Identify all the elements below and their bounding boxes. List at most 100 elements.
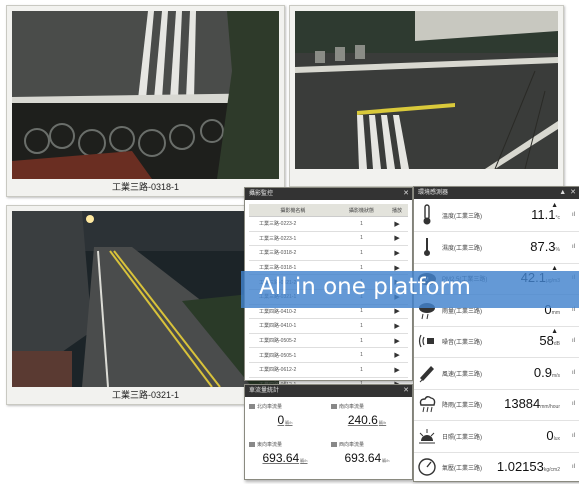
platform-banner: All in one platform [241, 271, 579, 308]
panel-title-bar: 環境感測器 ▲ ✕ [414, 187, 579, 199]
column-header-name: 攝影機名稱 [249, 204, 337, 217]
camera-feed-image [295, 11, 558, 169]
table-row[interactable]: 工業四路-0505-1 1 ▶ [249, 347, 408, 363]
camera-view-2[interactable] [289, 5, 564, 187]
sensor-row[interactable]: 降雨(工業三路) 13884mm/hour ıl [414, 389, 579, 421]
sensor-value: 0.9m/s [533, 364, 560, 380]
table-row[interactable]: 工業四路-0612-2 1 ▶ [249, 362, 408, 378]
play-icon[interactable]: ▶ [386, 318, 408, 334]
camera-caption [290, 171, 563, 184]
traffic-label: 西向車流量 [331, 441, 364, 448]
camera-status-cell: 1 [336, 245, 387, 261]
sensor-value: 58dB [539, 333, 560, 348]
sensor-value: 87.3% [530, 238, 560, 254]
camera-view-1[interactable]: 工業三路-0318-1 [6, 5, 285, 197]
panel-title: 環境感測器 [418, 190, 449, 196]
sensor-row[interactable]: 氣壓(工業三路) 1.02153kg/cm2 ıl [414, 452, 579, 484]
play-icon[interactable]: ▶ [386, 333, 408, 349]
close-icon[interactable]: ✕ [403, 188, 409, 200]
play-icon[interactable]: ▶ [386, 216, 408, 232]
traffic-value: 240.6輛/h [347, 413, 387, 427]
camera-name-cell: 工業三路-0223-1 [249, 231, 337, 247]
car-icon [249, 404, 255, 410]
traffic-cell-north: 北向車流量 0輛/h [245, 399, 325, 439]
sensor-value: 0lux [546, 427, 560, 443]
sensor-row[interactable]: 風速(工業三路) 0.9m/s ıl [414, 358, 579, 390]
play-icon[interactable]: ▶ [386, 245, 408, 261]
table-row[interactable]: 工業三路-0223-2 1 ▶ [249, 216, 408, 232]
camera-name-cell: 工業三路-0318-2 [249, 245, 337, 261]
traffic-panel: 車流量統計 ✕ 北向車流量 0輛/h 南向車流量 240.6輛/h 東向車流量 … [244, 384, 413, 480]
sensor-name: 氣壓(工業三路) [442, 466, 482, 472]
traffic-label: 南向車流量 [331, 403, 364, 410]
column-header-status: 攝影機狀態 [336, 204, 387, 217]
camera-status-cell: 1 [336, 231, 387, 247]
traffic-value: 693.64輛/h [344, 451, 390, 465]
panel-title: 攝影監控 [249, 191, 274, 197]
panel-title: 車流量統計 [249, 388, 280, 394]
sensor-row[interactable]: 日照(工業三路) 0lux ıl [414, 421, 579, 453]
sensor-value: 11.1°c [531, 207, 560, 222]
traffic-cell-south: 南向車流量 240.6輛/h [327, 399, 407, 439]
table-row[interactable]: 工業三路-0223-1 1 ▶ [249, 231, 408, 247]
sensor-name: 降雨(工業三路) [442, 403, 482, 409]
car-icon [331, 442, 337, 448]
humidity-icon [417, 236, 437, 258]
chart-icon[interactable]: ıl [572, 244, 575, 250]
camera-name-cell: 工業四路-0410-1 [249, 318, 337, 334]
camera-feed-image [12, 211, 279, 387]
chart-icon[interactable]: ıl [572, 433, 575, 439]
gauge-icon [417, 456, 437, 478]
thermometer-icon [417, 204, 437, 226]
chart-icon[interactable]: ıl [572, 464, 575, 470]
table-row[interactable]: 工業四路-0410-1 1 ▶ [249, 318, 408, 334]
camera-name-cell: 工業四路-0612-2 [249, 362, 337, 378]
chart-icon[interactable]: ıl [572, 370, 575, 376]
chart-icon[interactable]: ıl [572, 212, 575, 218]
table-row[interactable]: 工業三路-0318-2 1 ▶ [249, 245, 408, 261]
close-icon[interactable]: ✕ [403, 385, 409, 397]
camera-caption: 工業三路-0321-1 [111, 390, 180, 400]
sensor-row[interactable]: 噪音(工業三路) 58dB ▲ ıl [414, 326, 579, 358]
trend-up-icon: ▲ [551, 202, 558, 209]
sensor-value: 1.02153kg/cm2 [496, 459, 560, 474]
sensor-name: 風速(工業三路) [442, 371, 482, 378]
camera-status-cell: 1 [336, 333, 387, 349]
sensor-name: 濕度(工業三路) [442, 245, 482, 252]
panel-title-bar: 攝影監控 ✕ [245, 188, 412, 200]
noise-icon [417, 330, 437, 352]
panel-window-buttons[interactable]: ▲ ✕ [559, 187, 577, 199]
sensor-row[interactable]: 溫度(工業三路) 11.1°c ▲ ıl [414, 200, 579, 232]
cloud-rain-icon [417, 393, 437, 415]
column-header-play: 播放 [386, 204, 408, 217]
sensor-name: 溫度(工業三路) [442, 214, 482, 220]
car-icon [331, 404, 337, 410]
car-icon [249, 442, 255, 448]
sensor-name: 日照(工業三路) [442, 434, 482, 441]
traffic-label: 北向車流量 [249, 403, 282, 410]
sun-icon [417, 425, 437, 447]
traffic-cell-west: 西向車流量 693.64輛/h [327, 437, 407, 477]
table-row[interactable]: 工業四路-0505-2 1 ▶ [249, 333, 408, 349]
traffic-value: 0輛/h [277, 413, 293, 427]
traffic-value: 693.64輛/h [262, 451, 308, 465]
table-header-row: 攝影機名稱 攝影機狀態 播放 [249, 204, 408, 217]
camera-status-cell: 1 [336, 347, 387, 363]
camera-feed-image [12, 11, 279, 179]
camera-status-cell: 1 [336, 318, 387, 334]
play-icon[interactable]: ▶ [386, 362, 408, 378]
environment-sensor-panel: 環境感測器 ▲ ✕ 溫度(工業三路) 11.1°c ▲ ıl 濕度(工業三路) 87.3%… [413, 186, 579, 484]
panel-title-bar: 車流量統計 ✕ [245, 385, 412, 397]
camera-name-cell: 工業三路-0223-2 [249, 216, 337, 232]
play-icon[interactable]: ▶ [386, 231, 408, 247]
camera-caption: 工業三路-0318-1 [111, 182, 180, 192]
chart-icon[interactable]: ıl [572, 401, 575, 407]
wind-icon [417, 362, 437, 384]
camera-status-cell: 1 [336, 216, 387, 232]
sensor-row[interactable]: 濕度(工業三路) 87.3% ıl [414, 232, 579, 264]
traffic-label: 東向車流量 [249, 441, 282, 448]
camera-name-cell: 工業四路-0505-1 [249, 347, 337, 363]
sensor-name: 噪音(工業三路) [442, 340, 482, 346]
play-icon[interactable]: ▶ [386, 347, 408, 363]
chart-icon[interactable]: ıl [572, 338, 575, 344]
